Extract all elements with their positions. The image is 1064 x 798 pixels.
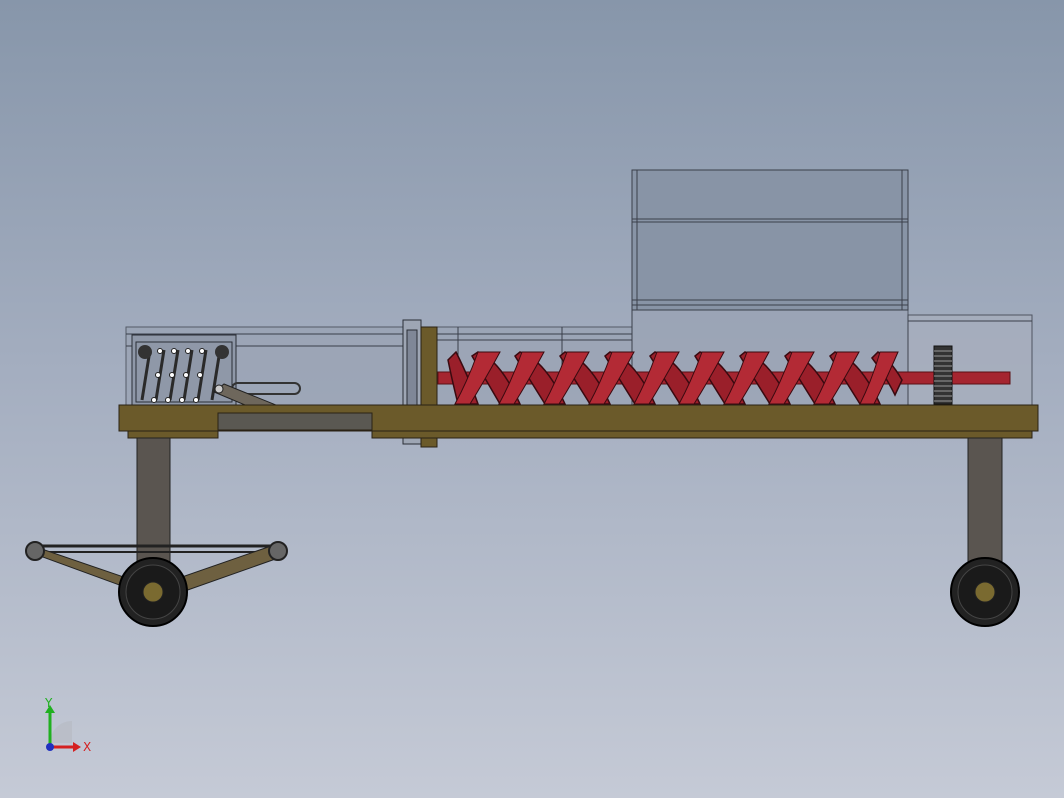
drive-gear: [933, 345, 953, 405]
axis-triad[interactable]: Y X: [28, 695, 108, 765]
wheel-front: [118, 557, 188, 627]
x-axis-label: X: [83, 740, 91, 754]
wheel-rear: [950, 557, 1020, 627]
machine-model[interactable]: [0, 0, 1064, 798]
base-frame: [118, 404, 1039, 439]
hopper: [631, 169, 909, 311]
y-axis-label: Y: [44, 696, 53, 710]
cad-viewport[interactable]: Y X: [0, 0, 1064, 798]
legs: [136, 437, 1003, 564]
z-axis-dot: [46, 743, 54, 751]
